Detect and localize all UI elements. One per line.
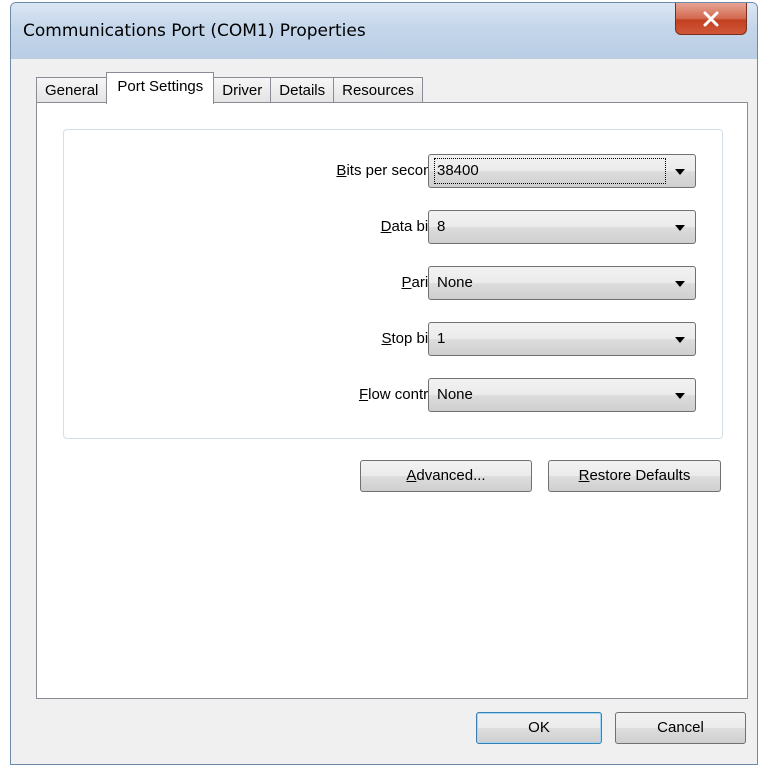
dropdown-arrow-icon xyxy=(675,169,685,175)
title-bar[interactable]: Communications Port (COM1) Properties xyxy=(11,3,757,59)
advanced-mnemonic: A xyxy=(406,467,417,484)
parity-mnemonic: P xyxy=(401,274,412,291)
dropdown-arrow-icon xyxy=(675,337,685,343)
restore-defaults-button-label: estore Defaults xyxy=(589,467,691,484)
advanced-button[interactable]: Advanced... xyxy=(360,460,532,492)
advanced-button-label: dvanced... xyxy=(416,467,486,484)
data-bits-mnemonic: D xyxy=(380,218,392,235)
tab-driver[interactable]: Driver xyxy=(213,77,272,103)
flow-control-value: None xyxy=(437,386,473,403)
ok-button[interactable]: OK xyxy=(476,712,602,744)
dialog-client-area: General Port Settings Driver Details Res… xyxy=(11,59,757,764)
tab-port-settings[interactable]: Port Settings xyxy=(106,72,215,104)
close-button[interactable] xyxy=(675,3,747,35)
close-icon xyxy=(703,11,719,26)
tab-strip: General Port Settings Driver Details Res… xyxy=(36,72,423,104)
bits-per-second-select[interactable]: 38400 xyxy=(428,154,696,188)
properties-dialog: Communications Port (COM1) Properties Ge… xyxy=(10,2,758,765)
restore-defaults-button[interactable]: Restore Defaults xyxy=(548,460,721,492)
stop-bits-mnemonic: S xyxy=(381,330,392,347)
dropdown-arrow-icon xyxy=(675,225,685,231)
parity-select[interactable]: None xyxy=(428,266,696,300)
flow-control-mnemonic: F xyxy=(358,386,369,403)
restore-defaults-mnemonic: R xyxy=(578,467,590,484)
bits-per-second-mnemonic: B xyxy=(336,162,347,179)
port-settings-panel: Bits per second: 38400 Data bits: 8 Pari… xyxy=(36,102,748,699)
dropdown-arrow-icon xyxy=(675,393,685,399)
parity-value: None xyxy=(437,274,473,291)
flow-control-row: Flow control: None xyxy=(64,378,722,412)
tab-details[interactable]: Details xyxy=(270,77,335,103)
bits-per-second-value: 38400 xyxy=(434,158,666,184)
cancel-button[interactable]: Cancel xyxy=(615,712,746,744)
bits-per-second-row: Bits per second: 38400 xyxy=(64,154,722,188)
settings-group-box: Bits per second: 38400 Data bits: 8 Pari… xyxy=(63,129,723,439)
flow-control-select[interactable]: None xyxy=(428,378,696,412)
dropdown-arrow-icon xyxy=(675,281,685,287)
stop-bits-value: 1 xyxy=(437,330,446,347)
stop-bits-row: Stop bits: 1 xyxy=(64,322,722,356)
tab-resources[interactable]: Resources xyxy=(333,77,423,103)
data-bits-value: 8 xyxy=(437,218,446,235)
window-title: Communications Port (COM1) Properties xyxy=(23,21,366,41)
data-bits-row: Data bits: 8 xyxy=(64,210,722,244)
stop-bits-select[interactable]: 1 xyxy=(428,322,696,356)
tab-general[interactable]: General xyxy=(36,77,108,103)
parity-row: Parity: None xyxy=(64,266,722,300)
data-bits-select[interactable]: 8 xyxy=(428,210,696,244)
